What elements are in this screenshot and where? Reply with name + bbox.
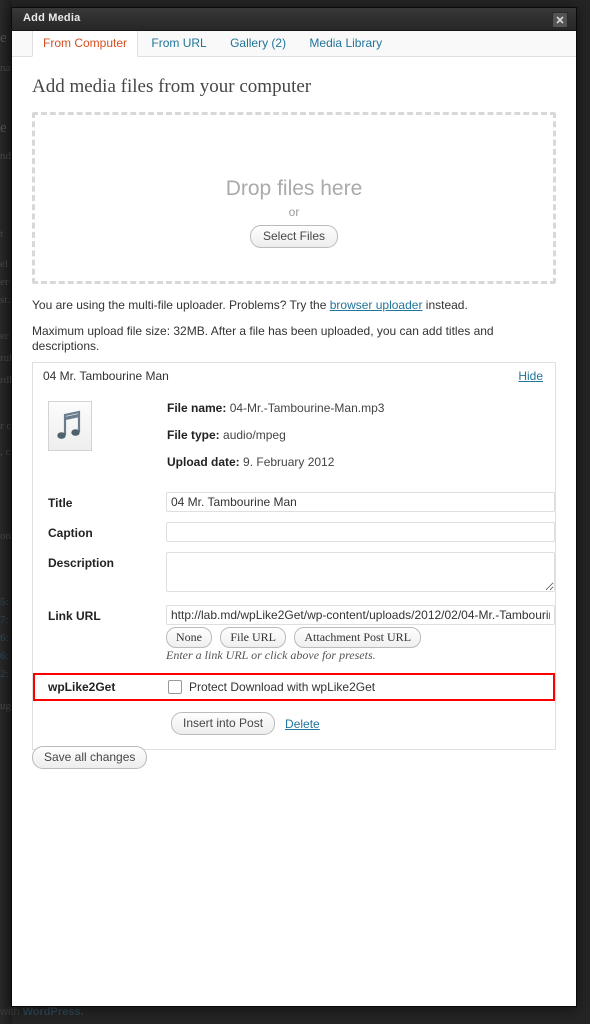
- file-meta-item: File type: audio/mpeg: [167, 428, 384, 442]
- uploader-notice-before: You are using the multi-file uploader. P…: [32, 298, 330, 312]
- modal-body: Add media files from your computer Drop …: [12, 76, 576, 769]
- page-title: Add media files from your computer: [32, 76, 312, 97]
- link-url-presets: None File URL Attachment Post URL: [166, 627, 555, 648]
- file-actions: Insert into Post Delete: [171, 712, 545, 735]
- tab-media-library[interactable]: Media Library: [299, 31, 392, 57]
- upload-date-label: Upload date:: [167, 455, 240, 469]
- file-meta-item: Upload date: 9. February 2012: [167, 455, 384, 469]
- file-meta-row: File name: 04-Mr.-Tambourine-Man.mp3 Fil…: [43, 397, 545, 482]
- modal-title: Add Media: [23, 12, 81, 24]
- close-icon[interactable]: [552, 12, 568, 28]
- file-type-label: File type:: [167, 428, 220, 442]
- file-block-header: 04 Mr. Tambourine Man Hide: [33, 363, 555, 389]
- wplike2get-highlighted-row: wpLike2Get Protect Download with wpLike2…: [33, 673, 555, 701]
- title-label: Title: [48, 496, 73, 510]
- upload-date-value: 9. February 2012: [243, 455, 335, 469]
- description-field-row: Description: [43, 552, 555, 595]
- select-files-button[interactable]: Select Files: [249, 225, 339, 248]
- media-source-tabs: From Computer From URL Gallery (2) Media…: [12, 31, 576, 57]
- max-upload-size-notice: Maximum upload file size: 32MB. After a …: [32, 324, 494, 353]
- caption-field-row: Caption: [43, 522, 555, 542]
- file-dropzone[interactable]: Drop files here or Select Files: [32, 112, 556, 284]
- wplike2get-checkbox-wrap[interactable]: Protect Download with wpLike2Get: [168, 680, 375, 694]
- insert-into-post-button[interactable]: Insert into Post: [171, 712, 276, 735]
- link-url-field-row: Link URL None File URL Attachment Post U…: [43, 605, 555, 663]
- modal-titlebar: Add Media: [12, 8, 576, 31]
- backdrop-footer-text: with WordPress.: [0, 1006, 84, 1018]
- file-name-label: File name:: [167, 401, 227, 415]
- file-name-value: 04-Mr.-Tambourine-Man.mp3: [229, 401, 385, 415]
- file-type-value: audio/mpeg: [223, 428, 286, 442]
- uploader-notice: You are using the multi-file uploader. P…: [32, 298, 556, 313]
- title-field-control: [166, 492, 555, 512]
- link-url-input[interactable]: [166, 605, 555, 625]
- hide-link[interactable]: Hide: [518, 363, 543, 389]
- save-all-changes-button[interactable]: Save all changes: [32, 746, 148, 769]
- description-label: Description: [48, 556, 115, 570]
- tab-from-url[interactable]: From URL: [141, 31, 216, 57]
- tab-gallery[interactable]: Gallery (2): [220, 31, 296, 57]
- link-url-field-control: None File URL Attachment Post URL Enter …: [166, 605, 555, 663]
- caption-field-control: [166, 522, 555, 542]
- uploaded-file-block: 04 Mr. Tambourine Man Hide File name: 04…: [32, 362, 556, 750]
- tab-from-computer[interactable]: From Computer: [32, 31, 139, 57]
- caption-input[interactable]: [166, 522, 555, 542]
- protect-download-label: Protect Download with wpLike2Get: [189, 680, 376, 694]
- backdrop-footer-brand: WordPress.: [22, 1006, 84, 1018]
- file-meta-list: File name: 04-Mr.-Tambourine-Man.mp3 Fil…: [167, 397, 384, 482]
- preset-attachment-post-url-button[interactable]: Attachment Post URL: [294, 627, 422, 648]
- audio-music-note-icon: [48, 401, 92, 451]
- dropzone-label: Drop files here: [225, 177, 363, 200]
- dropzone-or-label: or: [288, 205, 300, 219]
- file-block-title: 04 Mr. Tambourine Man: [43, 369, 169, 383]
- title-field-row: Title: [43, 492, 555, 512]
- link-url-hint: Enter a link URL or click above for pres…: [166, 648, 376, 662]
- backdrop-footer-prefix: with: [0, 1006, 23, 1018]
- caption-label: Caption: [48, 526, 93, 540]
- preset-file-url-button[interactable]: File URL: [220, 627, 287, 648]
- preset-none-button[interactable]: None: [166, 627, 212, 648]
- link-url-label: Link URL: [48, 609, 101, 623]
- file-meta-item: File name: 04-Mr.-Tambourine-Man.mp3: [167, 401, 384, 415]
- description-field-control: [166, 552, 555, 595]
- protect-download-checkbox[interactable]: [168, 680, 182, 694]
- add-media-modal: Add Media From Computer From URL Gallery…: [11, 7, 577, 1007]
- title-input[interactable]: [166, 492, 555, 512]
- wplike2get-label: wpLike2Get: [48, 680, 116, 694]
- description-textarea[interactable]: [166, 552, 555, 592]
- browser-uploader-link[interactable]: browser uploader: [330, 298, 423, 312]
- delete-link[interactable]: Delete: [285, 717, 320, 731]
- uploader-notice-after: instead.: [422, 298, 468, 312]
- file-block-body: File name: 04-Mr.-Tambourine-Man.mp3 Fil…: [33, 389, 555, 749]
